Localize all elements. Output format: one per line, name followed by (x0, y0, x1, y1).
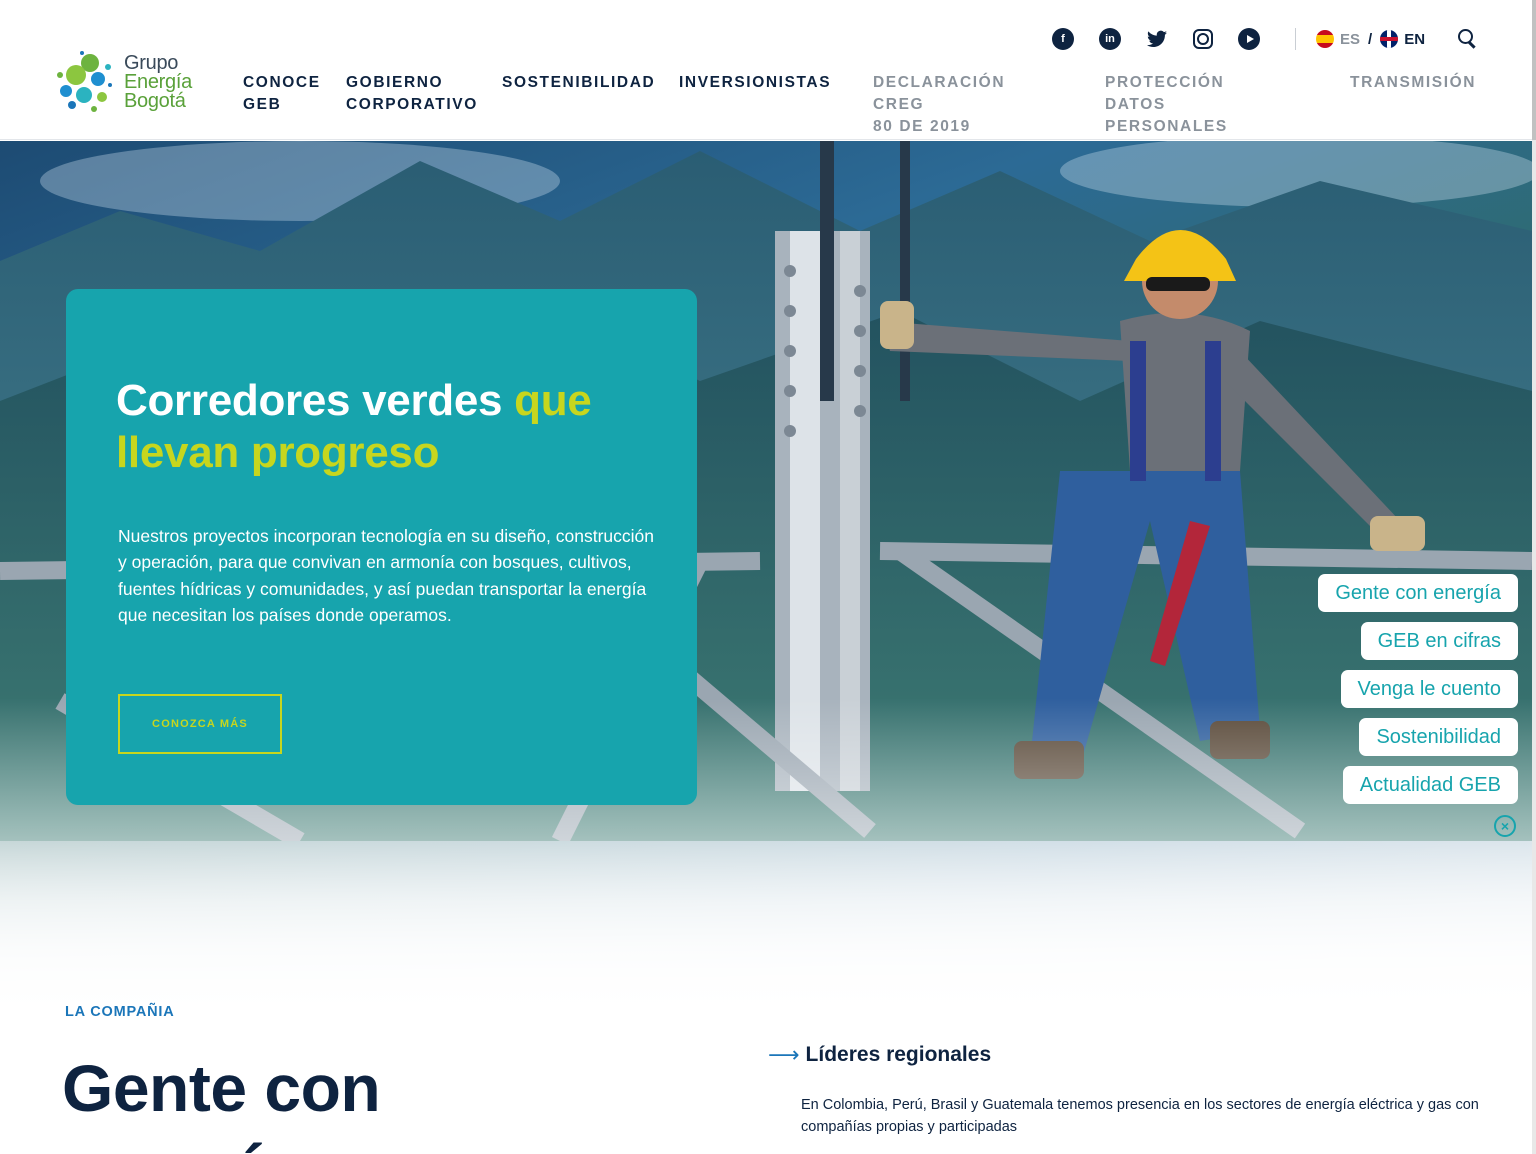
section-title: Gente con (62, 1051, 381, 1125)
site-header: Grupo Energía Bogotá CONOCE GEB GOBIERNO… (0, 0, 1532, 140)
quick-links: Gente con energía GEB en cifras Venga le… (1318, 574, 1518, 814)
twitter-icon[interactable] (1146, 28, 1168, 50)
quick-link-venga-le-cuento[interactable]: Venga le cuento (1340, 670, 1518, 708)
leaders-title: Líderes regionales (805, 1043, 992, 1066)
hero-title: Corredores verdes que llevan progreso (116, 375, 636, 479)
quick-link-sostenibilidad[interactable]: Sostenibilidad (1359, 718, 1518, 756)
logo-line-1: Grupo (124, 51, 179, 74)
geb-logo[interactable]: Grupo Energía Bogotá (52, 44, 212, 120)
quick-link-gente-con-energia[interactable]: Gente con energía (1318, 574, 1518, 612)
social-links: f in ES / EN (1052, 28, 1425, 50)
nav-transmision[interactable]: TRANSMISIÓN (1350, 72, 1476, 94)
spain-flag-icon (1316, 30, 1334, 48)
facebook-icon[interactable]: f (1052, 28, 1074, 50)
nav-conoce-geb[interactable]: CONOCE GEB (243, 72, 321, 116)
lang-es-link[interactable]: ES (1340, 31, 1360, 48)
section-label: LA COMPAÑIA (65, 1004, 175, 1020)
conozca-mas-button[interactable]: CONOZCA MÁS (118, 694, 282, 754)
hero-banner: Corredores verdes que llevan progreso Nu… (0, 141, 1532, 1154)
quick-link-actualidad-geb[interactable]: Actualidad GEB (1342, 766, 1518, 804)
nav-inversionistas[interactable]: INVERSIONISTAS (679, 72, 831, 94)
logo-line-2: Energía (124, 70, 192, 93)
leaders-heading[interactable]: ⟶ Líderes regionales (768, 1042, 991, 1068)
section-title-line-2: energía (62, 1128, 297, 1154)
search-icon[interactable] (1458, 29, 1478, 49)
uk-flag-icon (1380, 30, 1399, 48)
instagram-icon[interactable] (1193, 29, 1213, 49)
close-icon[interactable]: × (1494, 815, 1516, 837)
language-switcher: ES / EN (1316, 30, 1425, 48)
header-divider (1295, 28, 1296, 50)
youtube-icon[interactable] (1238, 28, 1260, 50)
lang-separator: / (1368, 30, 1373, 48)
nav-proteccion-datos[interactable]: PROTECCIÓN DATOS PERSONALES (1105, 72, 1228, 138)
logo-line-3: Bogotá (124, 89, 186, 112)
hero-title-main: Corredores verdes (116, 376, 515, 425)
logo-mark-icon (57, 51, 112, 112)
hero-description: Nuestros proyectos incorporan tecnología… (118, 526, 654, 625)
logo-wordmark: Grupo Energía Bogotá (124, 51, 192, 112)
quick-link-geb-en-cifras[interactable]: GEB en cifras (1360, 622, 1518, 660)
arrow-right-icon: ⟶ (768, 1042, 800, 1067)
page-scrollbar[interactable] (1532, 0, 1536, 1154)
lang-en-link[interactable]: EN (1404, 31, 1425, 48)
linkedin-icon[interactable]: in (1099, 28, 1121, 50)
nav-declaracion-creg[interactable]: DECLARACIÓN CREG 80 DE 2019 (873, 72, 1005, 138)
nav-sostenibilidad[interactable]: SOSTENIBILIDAD (502, 72, 655, 94)
hero-card: Corredores verdes que llevan progreso Nu… (66, 289, 697, 805)
leaders-description: En Colombia, Perú, Brasil y Guatemala te… (801, 1097, 1479, 1135)
nav-gobierno-corporativo[interactable]: GOBIERNO CORPORATIVO (346, 72, 478, 116)
